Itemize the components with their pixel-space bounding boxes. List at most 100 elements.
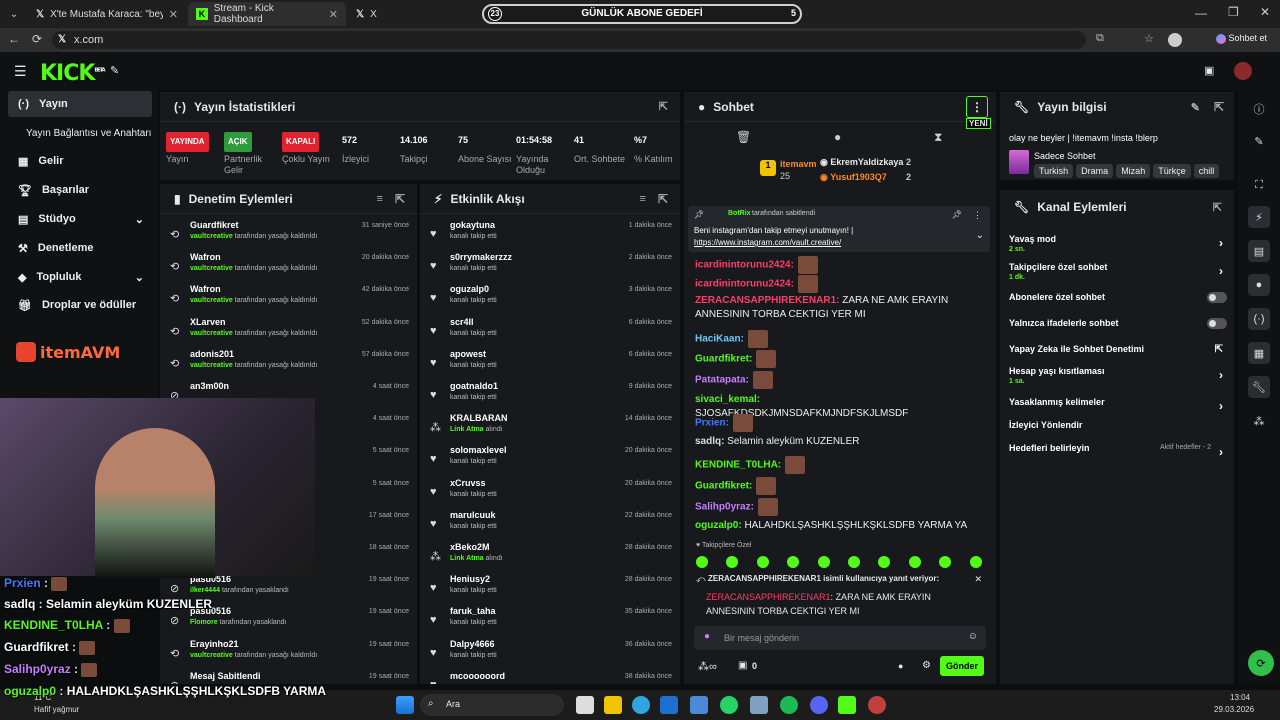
- emote-button[interactable]: [756, 556, 769, 568]
- bolt-icon[interactable]: ⚡︎: [1248, 206, 1270, 228]
- chat-username[interactable]: icardinintorunu2424:: [695, 279, 794, 290]
- chat-username[interactable]: oguzalp0:: [695, 520, 742, 531]
- moderation-item[interactable]: ⟲ Guardfikret vaultcreative tarafından yas…: [168, 218, 409, 250]
- chat-message[interactable]: Patatapata:: [695, 371, 975, 389]
- mail-icon[interactable]: [690, 696, 708, 714]
- app-icon[interactable]: [868, 696, 886, 714]
- channel-action-item[interactable]: Yalnızca ifadelerle sohbet: [1009, 318, 1227, 338]
- edit-icon[interactable]: ✎: [1191, 101, 1200, 114]
- activity-item[interactable]: ♥ oguzalp0 kanalı takip etti 3 dakika önce: [428, 282, 672, 314]
- broadcast-icon[interactable]: (·): [1248, 308, 1270, 330]
- activity-item[interactable]: ♥ gokaytuna kanalı takip etti 1 dakika önce: [428, 218, 672, 250]
- edit-icon[interactable]: ✎: [1248, 130, 1270, 152]
- chat-message[interactable]: HaciKaan:: [695, 330, 975, 348]
- kick-logo[interactable]: KICKBETA: [40, 61, 106, 86]
- sidebar-item-community[interactable]: ◆ Topluluk ⌄: [8, 264, 152, 290]
- emote-button[interactable]: [787, 556, 800, 568]
- user-avatar[interactable]: [1234, 62, 1252, 80]
- popout-icon[interactable]: ⇱: [658, 192, 668, 206]
- activity-item[interactable]: ♥ solomaxlevel kanalı takip etti 20 dakika …: [428, 443, 672, 475]
- chat-menu-button[interactable]: ⋮: [966, 96, 988, 118]
- channel-action-item[interactable]: Hesap yaşı kısıtlaması 1 sa. ›: [1009, 366, 1227, 386]
- theater-icon[interactable]: ▣: [1204, 64, 1214, 77]
- discord-icon[interactable]: [810, 696, 828, 714]
- moderation-item[interactable]: ⟲ Wafron vaultcreative tarafından yasağı k…: [168, 282, 409, 314]
- activity-item[interactable]: ⁂ xBeko2M Link Atma alındı 28 dakika önce: [428, 540, 672, 572]
- sidebar-item-drops[interactable]: 🎁︎ Droplar ve ödüller: [8, 292, 152, 318]
- chat-username[interactable]: Guardfikret:: [695, 481, 752, 492]
- emote-button[interactable]: [878, 556, 891, 568]
- drops-icon[interactable]: ⁂: [1248, 410, 1270, 432]
- chat-username[interactable]: Prxien:: [695, 418, 729, 429]
- chat-username[interactable]: KENDINE_T0LHA:: [695, 460, 781, 471]
- sidebar-item-revenue[interactable]: ▦ Gelir: [8, 148, 152, 174]
- send-button[interactable]: Gönder: [940, 656, 984, 676]
- window-maximize-icon[interactable]: ❐: [1228, 5, 1239, 19]
- trash-icon[interactable]: 🗑︎: [736, 130, 751, 144]
- channel-action-item[interactable]: Abonelere özel sohbet: [1009, 292, 1227, 312]
- chat-bubble-icon[interactable]: ●: [834, 130, 841, 144]
- toggle-switch[interactable]: [1207, 292, 1227, 303]
- sidebar-item-stream-key[interactable]: Yayın Bağlantısı ve Anahtarı: [8, 120, 152, 146]
- chat-message[interactable]: Prxien:: [695, 414, 975, 432]
- channel-action-item[interactable]: İzleyici Yönlendir: [1009, 420, 1227, 440]
- unpin-icon[interactable]: 📌︎: [952, 210, 962, 219]
- url-field[interactable]: x.com: [52, 31, 1086, 49]
- back-icon[interactable]: ←: [8, 32, 20, 46]
- emote-button[interactable]: [939, 556, 952, 568]
- tag[interactable]: Türkçe: [1153, 164, 1191, 178]
- chat-bubble-icon[interactable]: ●: [1248, 274, 1270, 296]
- outlook-icon[interactable]: [660, 696, 678, 714]
- tag[interactable]: Drama: [1076, 164, 1114, 178]
- tag[interactable]: chill: [1193, 164, 1220, 178]
- sidebar-item-achievements[interactable]: 🏆︎ Başarılar: [8, 177, 152, 203]
- tag[interactable]: Turkish: [1034, 164, 1074, 178]
- channel-action-item[interactable]: Takipçilere özel sohbet 1 dk. ›: [1009, 262, 1227, 282]
- activity-item[interactable]: ♥ apowest kanalı takip etti 6 dakika önce: [428, 347, 672, 379]
- close-reply-icon[interactable]: ✕: [974, 574, 982, 585]
- browser-tab-x[interactable]: 𝕏 X: [348, 2, 388, 26]
- activity-item[interactable]: ♥ faruk_taha kanalı takip etti 35 dakika ön…: [428, 604, 672, 636]
- whatsapp-icon[interactable]: [720, 696, 738, 714]
- browser-tab-kick-dashboard[interactable]: K Stream - Kick Dashboard ✕: [188, 2, 346, 26]
- chat-with-browser-button[interactable]: Sohbet et: [1216, 33, 1267, 44]
- chat-message[interactable]: Guardfikret:: [695, 477, 975, 495]
- window-close-icon[interactable]: ✕: [1260, 5, 1270, 19]
- pin-icon[interactable]: ✎: [110, 64, 119, 77]
- tab-list-icon[interactable]: ⌄: [6, 6, 22, 22]
- pinned-link[interactable]: https://www.instagram.com/vault.creative…: [694, 238, 841, 247]
- activity-item[interactable]: ♥ goatnaldo1 kanalı takip etti 9 dakika önc…: [428, 379, 672, 411]
- settings-icon[interactable]: ⚙: [922, 660, 931, 671]
- layout-icon[interactable]: ▦: [1248, 342, 1270, 364]
- sidebar-item-moderation[interactable]: ⚒ Denetleme: [8, 235, 152, 261]
- menu-icon[interactable]: ☰: [14, 63, 27, 80]
- browser-tab-x-post[interactable]: 𝕏 X'te Mustafa Karaca: "beyler elimd ✕: [28, 2, 186, 26]
- popout-icon[interactable]: ⇱: [1213, 201, 1222, 214]
- chat-message[interactable]: oguzalp0: HALAHDKLŞASHKLŞŞHLKŞKLSDFB YAR…: [695, 519, 975, 533]
- chat-message[interactable]: Guardfikret:: [695, 350, 975, 368]
- activity-item[interactable]: ♥ xCruvss kanalı takip etti 20 dakika önce: [428, 476, 672, 508]
- popout-icon[interactable]: ⇱: [395, 192, 405, 206]
- document-icon[interactable]: ▤: [1248, 240, 1270, 262]
- profile-avatar[interactable]: [1168, 33, 1182, 47]
- filter-icon[interactable]: ≡: [640, 193, 646, 205]
- emote-button[interactable]: [817, 556, 830, 568]
- emoji-icon[interactable]: ☺: [968, 631, 978, 642]
- activity-item[interactable]: ♥ Dalpy4666 kanalı takip etti 36 dakika önc…: [428, 637, 672, 669]
- chat-bubble-icon[interactable]: ●: [898, 661, 903, 671]
- info-icon[interactable]: ⓘ: [1248, 98, 1270, 120]
- task-view-icon[interactable]: [576, 696, 594, 714]
- channel-action-item[interactable]: Yasaklanmış kelimeler ›: [1009, 397, 1227, 417]
- activity-item[interactable]: ♥ Heniusy2 kanalı takip etti 28 dakika önce: [428, 572, 672, 604]
- activity-item[interactable]: ♥ marulcuuk kanalı takip etti 22 dakika önc…: [428, 508, 672, 540]
- chat-username[interactable]: Guardfikret:: [695, 354, 752, 365]
- pinned-message[interactable]: 📌︎ BotRix tarafından sabitlendi Beni ins…: [688, 206, 990, 252]
- tag[interactable]: Mizah: [1116, 164, 1151, 178]
- moderation-item[interactable]: ⟲ Wafron vaultcreative tarafından yasağı k…: [168, 250, 409, 282]
- favorites-icon[interactable]: ☆: [1144, 32, 1154, 45]
- activity-item[interactable]: ♥ mcoooooord 38 dakika önce: [428, 669, 672, 684]
- channel-action-item[interactable]: Yavaş mod 2 sn. ›: [1009, 234, 1227, 254]
- microphone-icon[interactable]: ●: [704, 631, 710, 642]
- sidebar-item-studio[interactable]: ▤ Stüdyo ⌄: [8, 206, 152, 232]
- windows-start-icon[interactable]: [396, 696, 414, 714]
